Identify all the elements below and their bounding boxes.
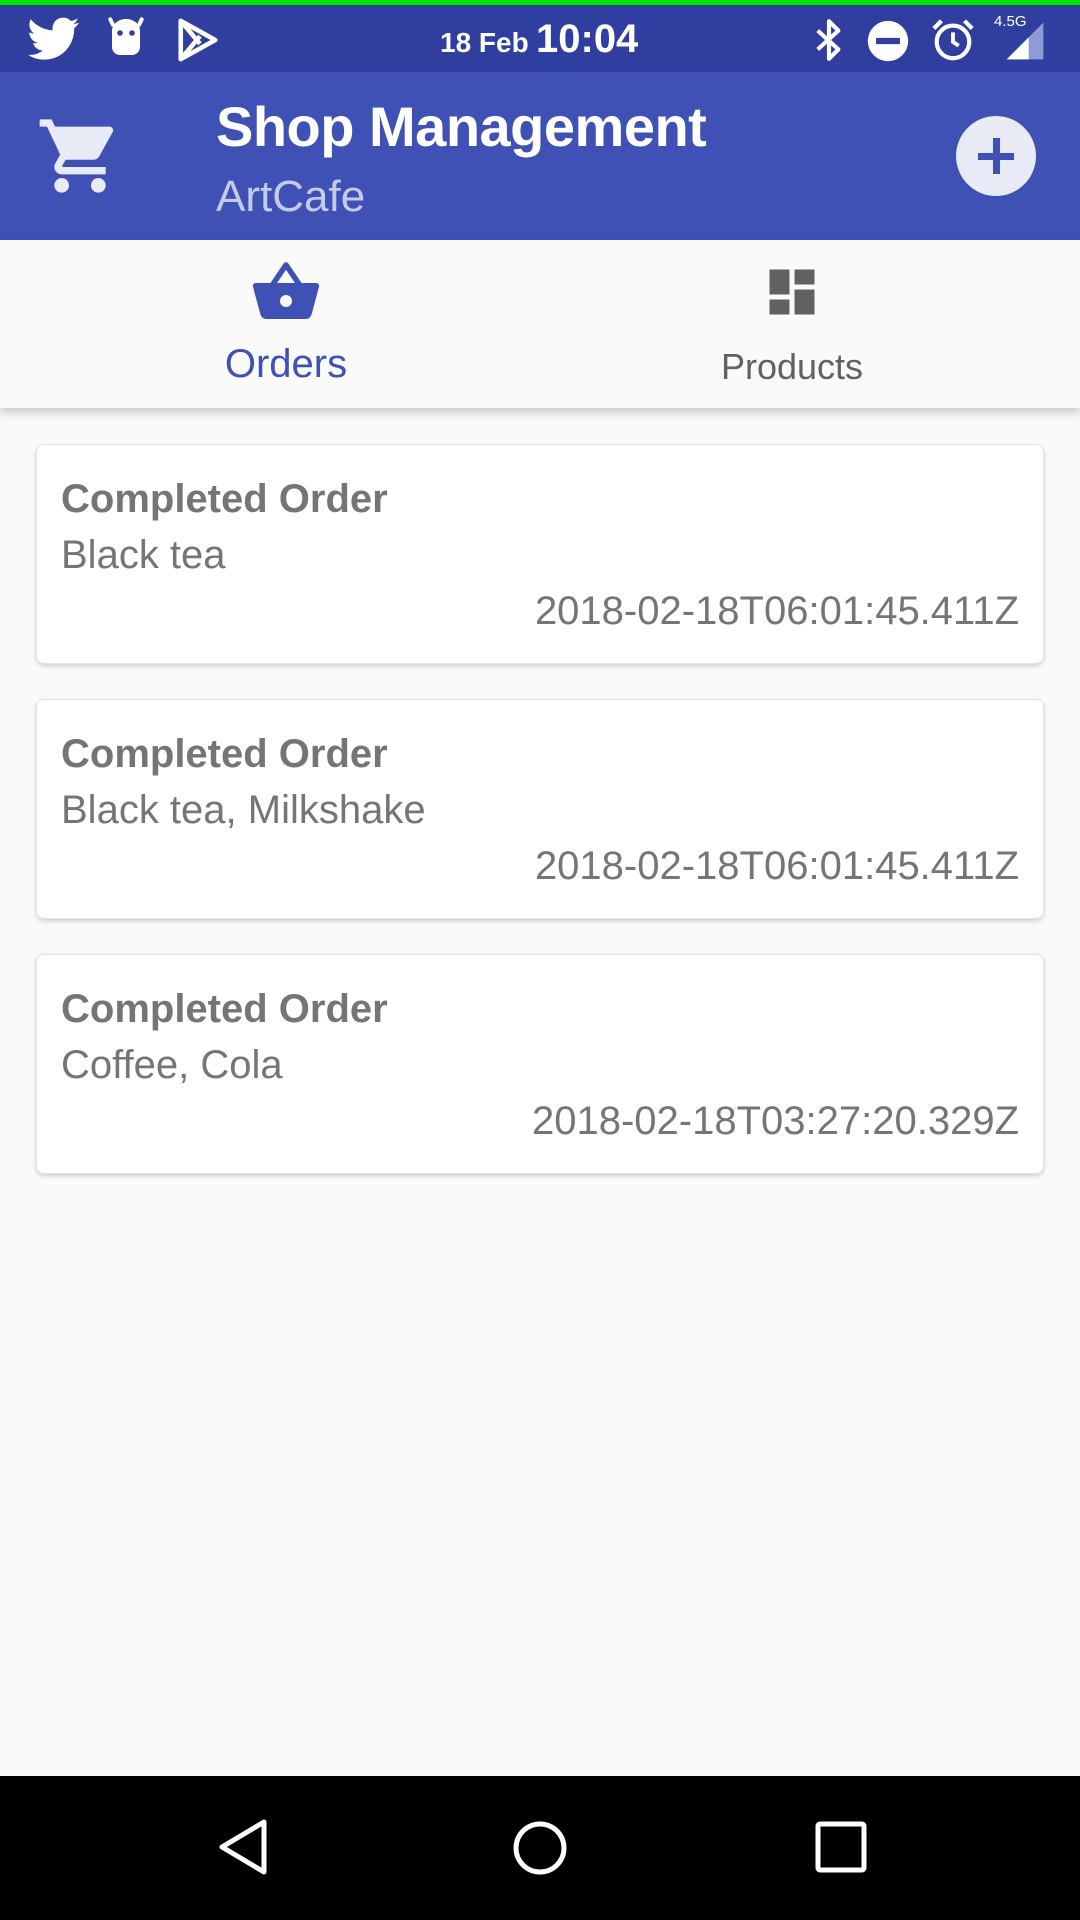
add-button[interactable] [956, 116, 1036, 196]
do-not-disturb-icon [867, 20, 909, 62]
home-icon[interactable] [504, 1812, 576, 1884]
order-card[interactable]: Completed Order Black tea 2018-02-18T06:… [36, 444, 1044, 664]
order-timestamp: 2018-02-18T06:01:45.411Z [534, 844, 1019, 888]
tab-orders-label: Orders [224, 342, 348, 386]
tab-orders[interactable]: Orders [16, 240, 556, 408]
status-bar: 18 Feb 10:04 4.5G [0, 0, 1080, 72]
add-icon [978, 138, 1014, 174]
back-icon[interactable] [208, 1812, 278, 1882]
recents-icon[interactable] [806, 1812, 876, 1882]
dashboard-icon [769, 269, 815, 315]
order-card[interactable]: Completed Order Black tea, Milkshake 201… [36, 699, 1044, 919]
shop-name: ArtCafe [216, 172, 366, 221]
cart-icon [39, 119, 114, 193]
page-title: Shop Management [216, 95, 707, 158]
twitter-icon [28, 17, 80, 60]
order-items: Black tea, Milkshake [61, 788, 426, 832]
play-store-icon [178, 18, 218, 62]
order-items: Coffee, Cola [61, 1043, 283, 1087]
order-timestamp: 2018-02-18T06:01:45.411Z [534, 589, 1019, 633]
app-bar: Shop Management ArtCafe [0, 72, 1080, 240]
order-card[interactable]: Completed Order Coffee, Cola 2018-02-18T… [36, 954, 1044, 1174]
android-icon [108, 17, 144, 55]
tab-products-label: Products [720, 346, 864, 387]
status-time: 10:04 [536, 17, 639, 61]
tab-products[interactable]: Products [522, 240, 1062, 408]
order-status: Completed Order [61, 732, 388, 776]
order-status: Completed Order [61, 987, 388, 1031]
signal-icon [1006, 22, 1044, 60]
alarm-icon [932, 19, 974, 61]
order-items: Black tea [61, 533, 226, 577]
status-date: 18 Feb [440, 27, 529, 58]
bluetooth-icon [816, 19, 841, 61]
navigation-bar [0, 1776, 1080, 1920]
tab-bar: Orders Products [0, 240, 1080, 408]
basket-icon [252, 262, 320, 320]
order-status: Completed Order [61, 477, 388, 521]
order-timestamp: 2018-02-18T03:27:20.329Z [531, 1099, 1019, 1143]
